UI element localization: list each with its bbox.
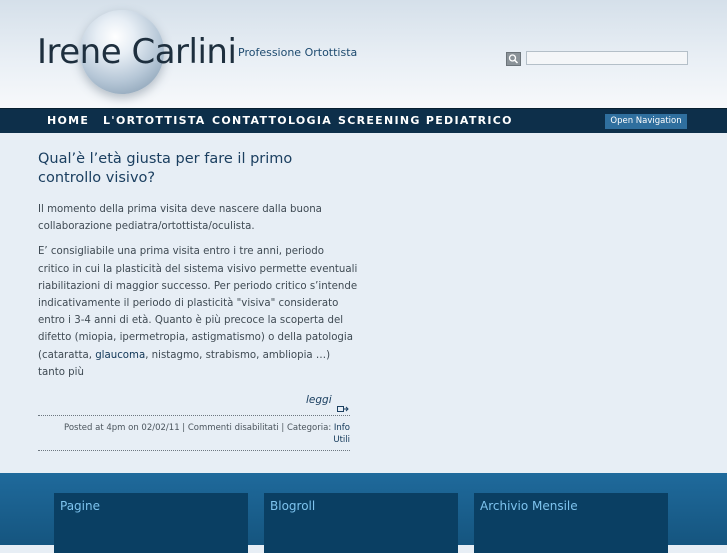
post-meta-text: Posted at 4pm on 02/02/11 | Commenti dis… [64, 423, 334, 433]
site-title[interactable]: Irene Carlini [37, 30, 237, 74]
post-title[interactable]: Qual’è l’età giusta per fare il primo co… [38, 150, 338, 188]
post-meta: Posted at 4pm on 02/02/11 | Commenti dis… [38, 415, 350, 451]
site-footer: Pagine Blogroll Archivio Mensile [0, 473, 727, 553]
post-meta-line: Posted at 4pm on 02/02/11 | Commenti dis… [64, 423, 350, 433]
widget-archivio-mensile: Archivio Mensile [474, 493, 668, 553]
main-navigation: HOME L'ORTOTTISTA CONTATTOLOGIA SCREENIN… [0, 108, 727, 133]
search-input[interactable] [526, 51, 688, 65]
nav-item-ortottista[interactable]: L'ORTOTTISTA [103, 109, 206, 132]
post-paragraph-2: E’ consigliabile una prima visita entro … [38, 243, 358, 381]
read-more-link[interactable]: leggi [306, 394, 332, 406]
arrow-right-icon[interactable] [337, 398, 349, 412]
post-paragraph-1: Il momento della prima visita deve nasce… [38, 204, 322, 233]
category-link-info[interactable]: Info [334, 423, 350, 433]
post-paragraph-2-text: E’ consigliabile una prima visita entro … [38, 246, 358, 361]
post-body: Il momento della prima visita deve nasce… [38, 201, 358, 389]
search-icon[interactable] [506, 52, 521, 66]
widget-pagine: Pagine [54, 493, 248, 553]
post-meta-line-2: Utili [333, 435, 350, 445]
site-tagline: Professione Ortottista [238, 46, 358, 59]
widget-title-blogroll: Blogroll [270, 499, 316, 513]
nav-item-home[interactable]: HOME [47, 109, 89, 132]
site-header: Irene Carlini Professione Ortottista [0, 0, 727, 108]
nav-item-screening-pediatrico[interactable]: SCREENING PEDIATRICO [338, 109, 513, 132]
glaucoma-link[interactable]: glaucoma [95, 350, 145, 361]
category-link-utili[interactable]: Utili [333, 435, 350, 445]
widget-title-archivio-mensile: Archivio Mensile [480, 499, 578, 513]
widget-title-pagine: Pagine [60, 499, 100, 513]
nav-item-contattologia[interactable]: CONTATTOLOGIA [212, 109, 332, 132]
widget-blogroll: Blogroll [264, 493, 458, 553]
open-navigation-button[interactable]: Open Navigation [605, 114, 687, 129]
